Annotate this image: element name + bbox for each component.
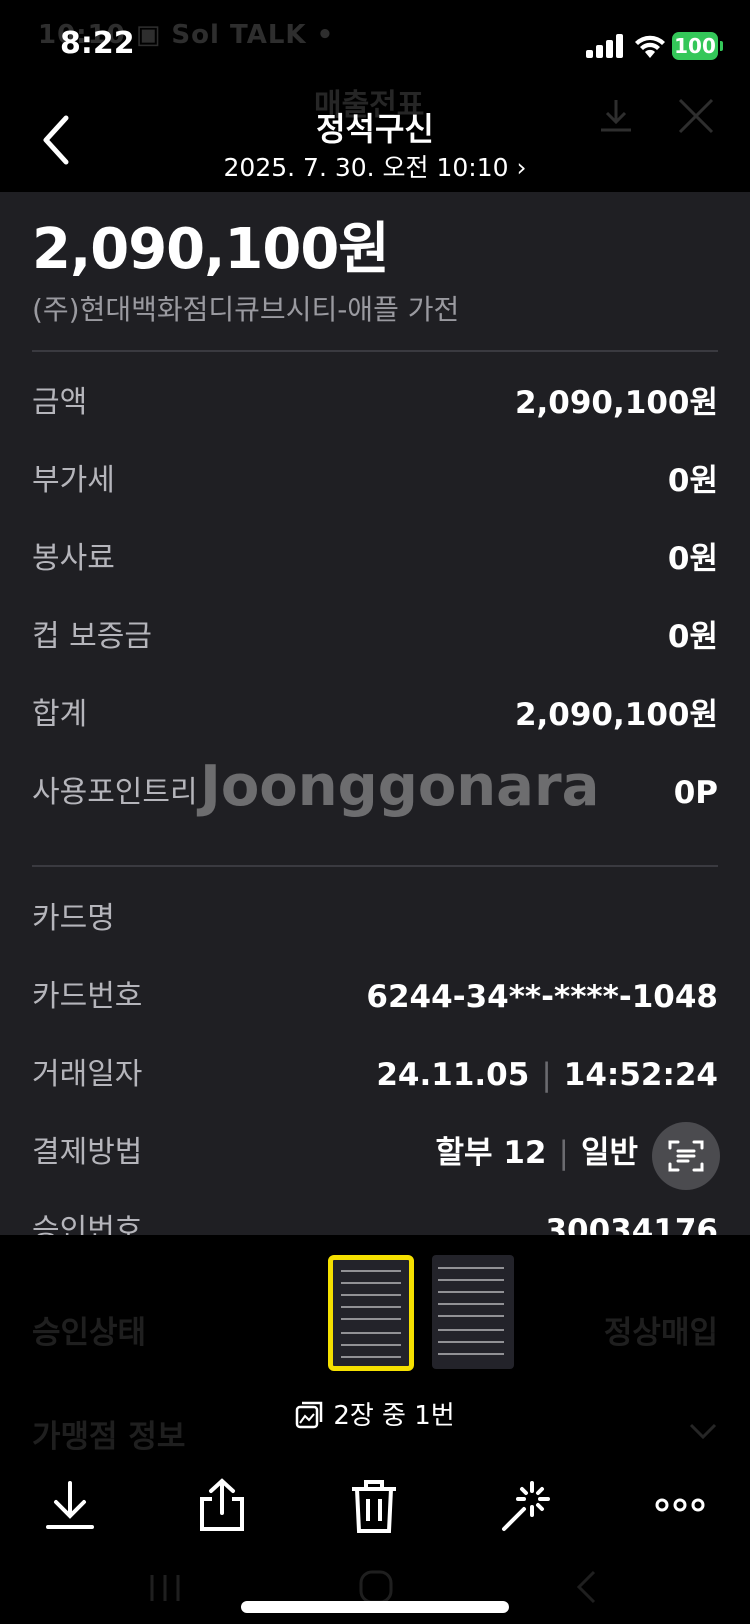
photo-viewer-bottom: 승인상태 정상매입 가맹점 정보 2장 중 1번 xyxy=(0,1235,750,1624)
thumb-line xyxy=(341,1332,401,1334)
merchant-name: (주)현대백화점디큐브시티-애플 가전 xyxy=(32,293,460,326)
thumb-line xyxy=(341,1306,401,1308)
thumb-line xyxy=(341,1356,401,1358)
share-icon[interactable] xyxy=(192,1477,252,1533)
receipt-image: 2,090,100원 (주)현대백화점디큐브시티-애플 가전 금액 2,090,… xyxy=(0,192,750,1235)
live-text-button[interactable] xyxy=(652,1122,720,1190)
row-card-name: 카드명 xyxy=(32,894,718,944)
total-amount: 2,090,100원 xyxy=(32,217,390,282)
row-value: 6244-34**-****-1048 xyxy=(366,979,718,1015)
thumb-line xyxy=(438,1267,504,1269)
photo-title: 정석구신 xyxy=(316,110,434,148)
row-transaction-date: 거래일자 24.11.05 | 14:52:24 xyxy=(32,1050,718,1100)
row-card-number: 카드번호 6244-34**-****-1048 xyxy=(32,972,718,1022)
row-value: 24.11.05 | 14:52:24 xyxy=(376,1050,718,1100)
status-bar: 10:10 ▣ Sol TALK • 8:22 100 xyxy=(0,0,750,92)
magic-enhance-icon[interactable] xyxy=(496,1477,556,1533)
download-icon[interactable] xyxy=(40,1477,100,1533)
viewer-header: 매출전표 정석구신 2025. 7. 30. 오전 10:10 › xyxy=(0,88,750,192)
photo-counter-text: 2장 중 1번 xyxy=(333,1401,455,1431)
thumb-line xyxy=(341,1294,401,1296)
row-label: 금액 xyxy=(32,385,88,420)
row-value: 30034176 xyxy=(545,1213,718,1235)
row-label: 합계 xyxy=(32,697,88,732)
row-label: 봉사료 xyxy=(32,541,115,576)
ghost-back-icon xyxy=(576,1570,596,1604)
row-value: 할부 12 | 일반 xyxy=(436,1128,638,1178)
installment: 할부 12 xyxy=(435,1135,547,1171)
thumb-line xyxy=(341,1318,401,1320)
value-separator: | xyxy=(558,1135,569,1171)
thumb-line xyxy=(341,1344,401,1346)
ghost-recents-icon xyxy=(150,1575,180,1601)
thumb-line xyxy=(341,1270,401,1272)
ghost-value: 정상매입 xyxy=(603,1315,718,1351)
row-value: 0원 xyxy=(667,619,718,655)
row-value: 0P xyxy=(673,775,718,811)
more-options-icon[interactable] xyxy=(650,1477,710,1533)
section-divider xyxy=(32,865,718,867)
row-value: 2,090,100원 xyxy=(514,697,718,733)
photo-date-link[interactable]: 2025. 7. 30. 오전 10:10 › xyxy=(0,148,750,184)
ghost-home-icon xyxy=(359,1570,393,1604)
row-label: 사용포인트리 xyxy=(32,775,198,810)
transaction-date: 24.11.05 xyxy=(376,1057,530,1093)
row-label: 컵 보증금 xyxy=(32,619,152,654)
thumb-line xyxy=(341,1282,401,1284)
thumb-line xyxy=(438,1329,504,1331)
thumb-line xyxy=(438,1315,504,1317)
system-nav-bar xyxy=(0,1555,750,1624)
thumb-line xyxy=(438,1303,504,1305)
wifi-icon xyxy=(635,35,665,58)
section-divider xyxy=(32,350,718,352)
row-vat: 부가세 0원 xyxy=(32,456,718,506)
trash-icon[interactable] xyxy=(344,1477,404,1533)
thumb-line xyxy=(438,1353,504,1355)
payment-type: 일반 xyxy=(580,1135,638,1171)
value-separator: | xyxy=(541,1057,552,1093)
thumb-line xyxy=(438,1291,504,1293)
row-approval-number: 승인번호 30034176 xyxy=(32,1206,718,1235)
row-value: 0원 xyxy=(667,541,718,577)
bottom-toolbar xyxy=(0,1457,750,1547)
watermark: Joonggonara xyxy=(200,754,600,819)
row-label: 승인번호 xyxy=(32,1213,143,1235)
row-cup-deposit: 컵 보증금 0원 xyxy=(32,612,718,662)
thumb-line xyxy=(438,1279,504,1281)
thumbnail-1-selected[interactable] xyxy=(328,1255,414,1371)
row-label: 거래일자 xyxy=(32,1057,143,1092)
battery-indicator: 100 xyxy=(672,32,723,60)
row-sum: 합계 2,090,100원 xyxy=(32,690,718,740)
row-label: 카드명 xyxy=(32,901,115,936)
ghost-label: 승인상태 xyxy=(32,1315,147,1351)
transaction-time: 14:52:24 xyxy=(563,1057,718,1093)
row-label: 부가세 xyxy=(32,463,115,498)
status-clock: 8:22 xyxy=(60,26,135,61)
photos-stack-icon xyxy=(296,1401,323,1429)
cellular-signal-icon xyxy=(586,34,626,58)
row-value: 0원 xyxy=(667,463,718,499)
home-indicator[interactable] xyxy=(241,1601,509,1613)
row-payment-method: 결제방법 할부 12 | 일반 xyxy=(32,1128,718,1178)
row-service-fee: 봉사료 0원 xyxy=(32,534,718,584)
row-label: 카드번호 xyxy=(32,979,143,1014)
row-label: 결제방법 xyxy=(32,1135,143,1170)
text-scan-icon xyxy=(668,1140,704,1172)
photo-counter: 2장 중 1번 xyxy=(0,1395,750,1432)
row-amount: 금액 2,090,100원 xyxy=(32,378,718,428)
row-value: 2,090,100원 xyxy=(514,385,718,421)
thumb-line xyxy=(438,1341,504,1343)
thumbnail-2[interactable] xyxy=(432,1255,514,1369)
